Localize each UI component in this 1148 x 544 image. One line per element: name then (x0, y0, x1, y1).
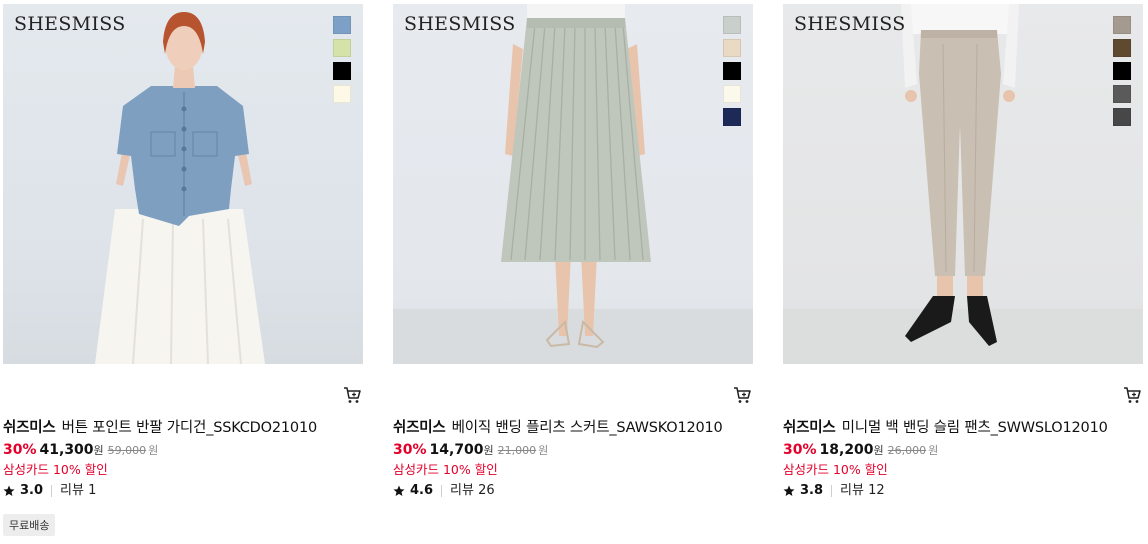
rating-line: 3.0 리뷰 1 (3, 483, 363, 499)
color-swatch[interactable] (333, 16, 351, 34)
divider (441, 485, 443, 497)
color-swatch[interactable] (723, 62, 741, 80)
free-shipping-badge: 무료배송 (3, 514, 56, 536)
card-promo: 삼성카드 10% 할인 (3, 462, 108, 477)
color-swatches (333, 16, 351, 103)
add-to-cart-button[interactable] (733, 386, 751, 404)
add-to-cart-button[interactable] (343, 386, 361, 404)
review-count[interactable]: 리뷰 26 (450, 483, 495, 499)
product-photo-skirt (393, 4, 753, 364)
color-swatch[interactable] (333, 62, 351, 80)
color-swatch[interactable] (723, 16, 741, 34)
product-name: 미니멀 백 밴딩 슬림 팬츠_SWWSLO12010 (841, 420, 1108, 436)
color-swatch[interactable] (333, 85, 351, 103)
card-promo: 삼성카드 10% 할인 (393, 462, 498, 477)
color-swatch[interactable] (333, 39, 351, 57)
cart-icon (1124, 387, 1141, 403)
sale-price: 14,700 (429, 442, 484, 458)
rating-line: 3.8 리뷰 12 (783, 483, 1143, 499)
price-unit: 원 (93, 444, 104, 457)
color-swatch[interactable] (1113, 108, 1131, 126)
sale-price: 18,200 (819, 442, 874, 458)
original-price-unit: 원 (148, 444, 159, 457)
brand-name: 쉬즈미스 (783, 420, 836, 436)
brand-logo: SHESMISS (14, 13, 126, 35)
add-to-cart-button[interactable] (1123, 386, 1141, 404)
price-line: 30% 18,200원 26,000 원 (783, 441, 1143, 460)
brand-logo: SHESMISS (794, 13, 906, 35)
brand-name: 쉬즈미스 (3, 420, 56, 436)
product-info: 쉬즈미스 베이직 밴딩 플리츠 스커트_SAWSKO12010 30% 14,700… (393, 418, 753, 499)
product-photo-cardigan (95, 12, 265, 364)
product-image[interactable]: SHESMISS (3, 4, 363, 364)
product-info: 쉬즈미스 미니멀 백 밴딩 슬림 팬츠_SWWSLO12010 30% 18,200… (783, 418, 1143, 499)
cart-icon (734, 387, 751, 403)
original-price: 21,000 (497, 444, 537, 457)
cart-icon (344, 387, 361, 403)
product-photo-pants (783, 4, 1143, 364)
review-count[interactable]: 리뷰 1 (60, 483, 96, 499)
star-icon (3, 485, 15, 496)
product-info: 쉬즈미스 버튼 포인트 반팔 가디건_SSKCDO21010 30% 41,300원… (3, 418, 363, 499)
color-swatch[interactable] (723, 85, 741, 103)
card-promo: 삼성카드 10% 할인 (783, 462, 888, 477)
star-icon (393, 485, 405, 496)
price-unit: 원 (483, 444, 494, 457)
star-icon (783, 485, 795, 496)
product-card[interactable]: SHESMISS 쉬즈미스 베이직 밴딩 플리츠 스커트_SAWSKO12010 … (393, 4, 753, 498)
review-count[interactable]: 리뷰 12 (840, 483, 885, 499)
product-image[interactable]: SHESMISS (393, 4, 753, 364)
original-price: 59,000 (107, 444, 147, 457)
color-swatch[interactable] (1113, 85, 1131, 103)
product-card[interactable]: SHESMISS 쉬즈미스 버튼 포인트 반팔 가디건_SSKCDO21010 3… (3, 4, 363, 498)
color-swatch[interactable] (723, 39, 741, 57)
sale-price: 41,300 (39, 442, 94, 458)
rating-line: 4.6 리뷰 26 (393, 483, 753, 499)
divider (51, 485, 53, 497)
price-line: 30% 41,300원 59,000 원 (3, 441, 363, 460)
product-name: 베이직 밴딩 플리츠 스커트_SAWSKO12010 (451, 420, 723, 436)
color-swatches (1113, 16, 1131, 126)
rating-value: 3.0 (20, 483, 44, 498)
rating-value: 4.6 (410, 483, 434, 498)
price-unit: 원 (873, 444, 884, 457)
price-line: 30% 14,700원 21,000 원 (393, 441, 753, 460)
divider (831, 485, 833, 497)
original-price-unit: 원 (538, 444, 549, 457)
product-card[interactable]: SHESMISS 쉬즈미스 미니멀 백 밴딩 슬림 팬츠_SWWSLO12010 … (783, 4, 1143, 498)
color-swatch[interactable] (1113, 16, 1131, 34)
product-title[interactable]: 쉬즈미스 미니멀 백 밴딩 슬림 팬츠_SWWSLO12010 (783, 418, 1143, 438)
rating-value: 3.8 (800, 483, 824, 498)
color-swatches (723, 16, 741, 126)
product-name: 버튼 포인트 반팔 가디건_SSKCDO21010 (61, 420, 318, 436)
brand-name: 쉬즈미스 (393, 420, 446, 436)
product-title[interactable]: 쉬즈미스 버튼 포인트 반팔 가디건_SSKCDO21010 (3, 418, 363, 438)
brand-logo: SHESMISS (404, 13, 516, 35)
color-swatch[interactable] (1113, 62, 1131, 80)
original-price-unit: 원 (928, 444, 939, 457)
discount-rate: 30% (783, 442, 817, 458)
discount-rate: 30% (3, 442, 37, 458)
original-price: 26,000 (887, 444, 927, 457)
product-image[interactable]: SHESMISS (783, 4, 1143, 364)
color-swatch[interactable] (1113, 39, 1131, 57)
product-title[interactable]: 쉬즈미스 베이직 밴딩 플리츠 스커트_SAWSKO12010 (393, 418, 753, 438)
discount-rate: 30% (393, 442, 427, 458)
color-swatch[interactable] (723, 108, 741, 126)
